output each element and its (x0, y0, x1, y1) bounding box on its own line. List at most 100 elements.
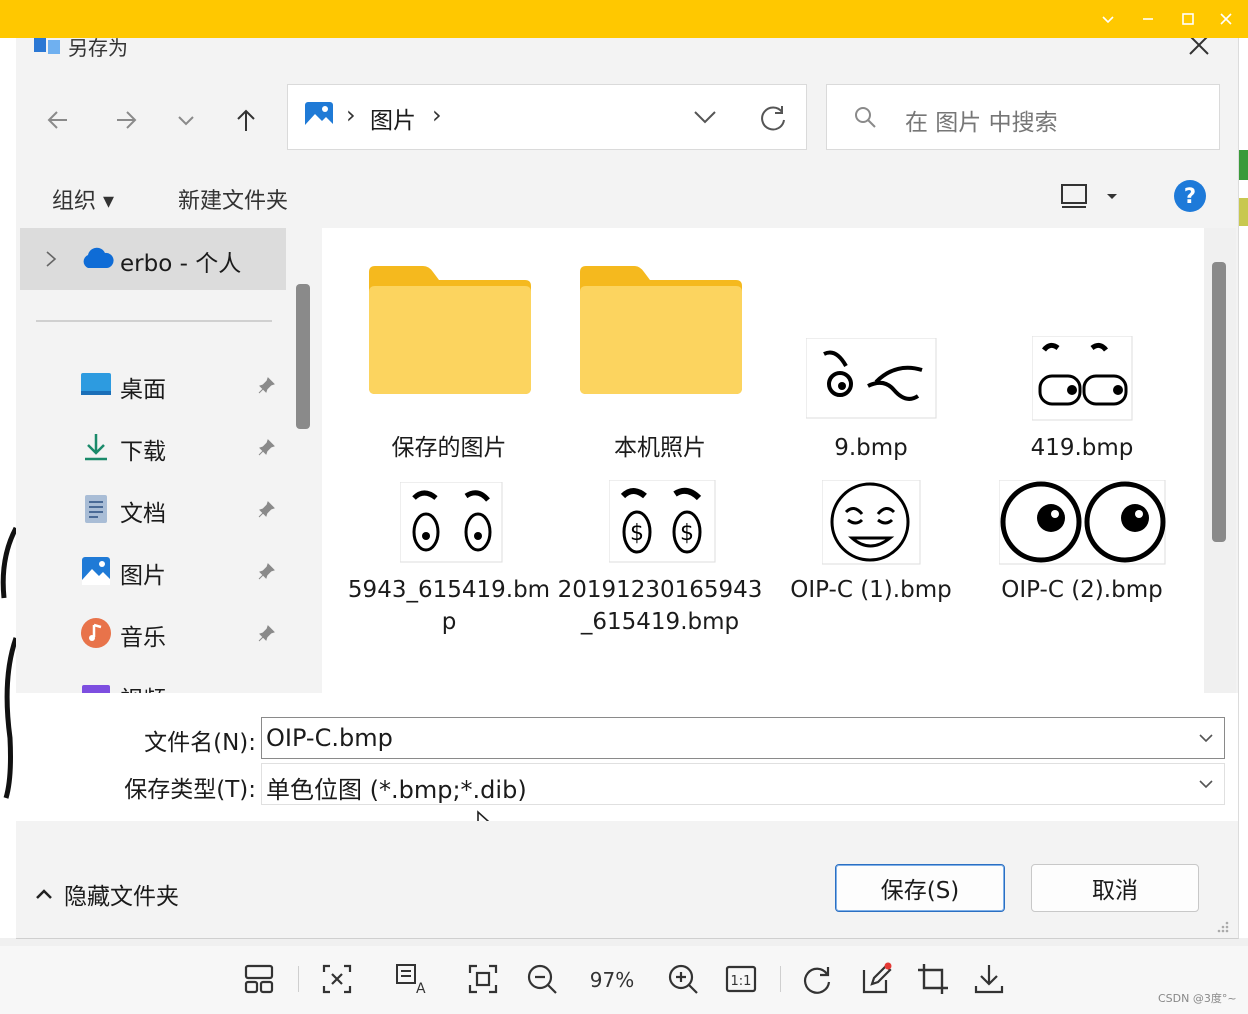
image-thumbnail: $ $ (609, 480, 716, 563)
cloud-icon (83, 247, 114, 268)
pictures-icon (82, 557, 110, 585)
chevron-down-icon[interactable] (1088, 0, 1128, 38)
view-icon[interactable] (1060, 182, 1124, 212)
arrow-right-icon[interactable] (106, 100, 146, 140)
zoom-in-icon[interactable] (666, 962, 700, 996)
resize-grip-icon[interactable] (1214, 919, 1230, 935)
watermark: CSDN @3度°~ (1158, 992, 1237, 1005)
refresh-icon[interactable] (758, 103, 788, 133)
svg-text:A: A (416, 981, 426, 996)
organize-menu[interactable]: 组织 ▾ (52, 183, 114, 215)
image-file-item[interactable]: OIP-C (1).bmp (766, 478, 976, 693)
file-name: OIP-C (2).bmp (1001, 577, 1163, 603)
image-file-item[interactable]: $ $ 20191230165943_615419.bmp (555, 478, 765, 693)
sidebar-item-downloads[interactable]: 下载 (20, 416, 288, 478)
layout-icon[interactable] (242, 962, 276, 996)
save-button[interactable]: 保存(S) (835, 864, 1005, 912)
actual-size-icon[interactable]: 1:1 (724, 962, 758, 996)
sidebar-item-documents[interactable]: 文档 (20, 478, 288, 540)
file-name: 419.bmp (1030, 435, 1134, 461)
arrow-up-icon[interactable] (226, 100, 266, 140)
sidebar-item-label: 音乐 (120, 625, 166, 651)
crop-icon[interactable] (916, 962, 950, 996)
chevron-down-icon[interactable] (166, 100, 206, 140)
dialog-footer: 隐藏文件夹 保存(S) 取消 (16, 821, 1238, 938)
viewer-toolbar: A 97% 1:1 CSDN @3度°~ (0, 946, 1248, 1014)
pin-icon[interactable] (258, 562, 276, 580)
close-icon[interactable] (1188, 38, 1218, 60)
sidebar-item-label: 桌面 (120, 377, 166, 403)
viewer-titlebar (0, 0, 1248, 38)
folder-item[interactable]: 本机照片 (555, 258, 765, 461)
chevron-right-icon[interactable] (44, 250, 58, 268)
search-placeholder: 在 图片 中搜索 (905, 110, 1058, 136)
fit-selection-icon[interactable] (320, 962, 354, 996)
pictures-icon (305, 102, 333, 130)
file-list-scrollbar[interactable] (1212, 262, 1226, 542)
chevron-down-icon[interactable] (692, 107, 718, 127)
zoom-out-icon[interactable] (525, 962, 559, 996)
filename-label: 文件名(N): (144, 730, 256, 756)
search-input[interactable]: 在 图片 中搜索 (826, 84, 1220, 150)
pin-icon[interactable] (258, 500, 276, 518)
chevron-down-icon[interactable] (1198, 730, 1214, 746)
filetype-select[interactable]: 单色位图 (*.bmp;*.dib) (261, 763, 1225, 805)
edit-icon[interactable] (860, 962, 894, 996)
rotate-icon[interactable] (800, 962, 834, 996)
close-icon[interactable] (1206, 0, 1246, 38)
filetype-value: 单色位图 (*.bmp;*.dib) (266, 776, 527, 804)
maximize-icon[interactable] (1168, 0, 1208, 38)
download-icon (85, 434, 107, 461)
nav-pane-scrollbar[interactable] (296, 284, 310, 429)
file-name: 保存的图片 (391, 435, 507, 461)
search-icon (855, 107, 876, 128)
background-image-edge (0, 38, 16, 938)
pin-icon[interactable] (258, 438, 276, 456)
sidebar-item-desktop[interactable]: 桌面 (20, 354, 288, 416)
svg-text:1:1: 1:1 (731, 974, 752, 989)
sidebar-item-onedrive[interactable]: erbo - 个人 (20, 228, 286, 290)
hide-folders-label: 隐藏文件夹 (64, 884, 179, 910)
image-file-item[interactable]: OIP-C (2).bmp (977, 478, 1187, 693)
ocr-icon[interactable]: A (394, 962, 428, 996)
folder-item[interactable]: 保存的图片 (344, 258, 554, 461)
toolbar-divider (298, 966, 299, 992)
hide-folders-toggle[interactable]: 隐藏文件夹 (34, 877, 179, 911)
dialog-titlebar: 另存为 (16, 38, 1238, 70)
zoom-level: 97% (589, 968, 635, 992)
arrow-left-icon[interactable] (38, 100, 78, 140)
breadcrumb-separator[interactable]: › (432, 101, 442, 129)
address-bar[interactable]: › 图片 › (287, 84, 807, 150)
sidebar-item-videos[interactable]: 视频 (20, 664, 288, 693)
image-thumbnail (400, 482, 503, 563)
sidebar-item-music[interactable]: 音乐 (20, 602, 288, 664)
new-folder-button[interactable]: 新建文件夹 (178, 183, 288, 215)
svg-text:$: $ (680, 521, 694, 546)
image-file-item[interactable]: 9.bmp (766, 258, 976, 461)
sidebar-item-label: 下载 (120, 439, 166, 465)
filename-value: OIP-C.bmp (266, 724, 393, 752)
pin-icon[interactable] (258, 624, 276, 642)
folder-icon (580, 266, 742, 394)
pin-icon[interactable] (258, 376, 276, 394)
download-icon[interactable] (972, 962, 1006, 996)
dialog-title: 另存为 (68, 38, 128, 60)
document-icon (85, 495, 107, 523)
breadcrumb-pictures[interactable]: 图片 (370, 101, 416, 135)
image-file-item[interactable]: 419.bmp (977, 258, 1187, 461)
sidebar-item-pictures[interactable]: 图片 (20, 540, 288, 602)
image-thumbnail (1032, 336, 1133, 421)
chevron-down-icon[interactable] (1198, 776, 1214, 792)
help-icon[interactable]: ? (1174, 180, 1206, 212)
filename-field[interactable]: OIP-C.bmp (261, 717, 1225, 759)
minimize-icon[interactable] (1128, 0, 1168, 38)
cancel-button[interactable]: 取消 (1031, 864, 1199, 912)
folder-icon (369, 266, 531, 394)
image-file-item[interactable]: 5943_615419.bmp (344, 478, 554, 693)
file-name: 本机照片 (614, 435, 706, 461)
breadcrumb-separator: › (346, 101, 356, 129)
svg-text:$: $ (630, 521, 644, 546)
navigation-pane: erbo - 个人 桌面 下载 文档 图片 音乐 (20, 228, 288, 693)
chevron-up-icon (36, 889, 52, 899)
fullscreen-icon[interactable] (466, 962, 500, 996)
